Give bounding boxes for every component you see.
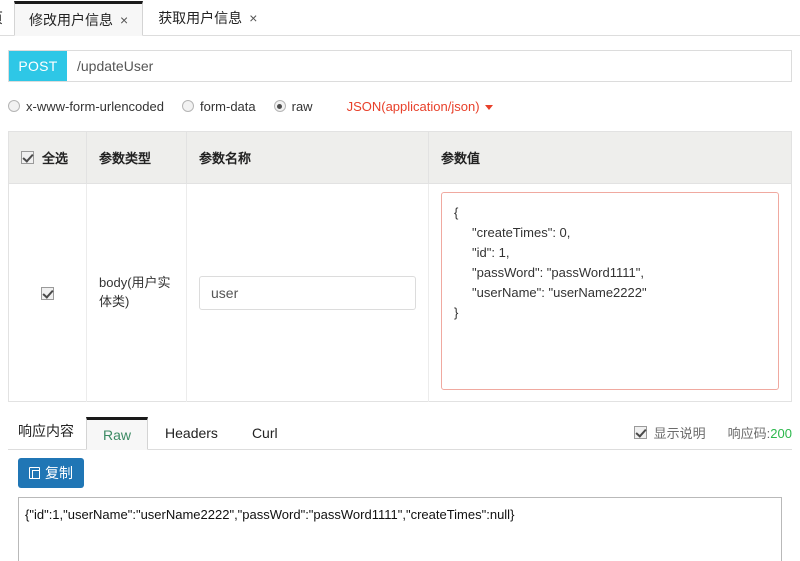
params-table: 全选 参数类型 参数名称 参数值 body(用户实体类) user {"cre… <box>8 131 792 402</box>
close-icon[interactable]: × <box>120 13 128 27</box>
status-code-value: 200 <box>770 426 792 441</box>
table-row: body(用户实体类) { "createTimes": 0, "id": 1,… <box>8 183 792 402</box>
row-param-type-cell: body(用户实体类) <box>86 183 187 402</box>
response-body[interactable]: {"id":1,"userName":"userName2222","passW… <box>18 497 782 561</box>
tab-home[interactable]: 页 <box>0 0 14 35</box>
body-type-urlencoded-label: x-www-form-urlencoded <box>26 98 164 114</box>
chevron-down-icon <box>484 104 493 110</box>
column-param-value: 参数值 <box>428 131 792 184</box>
response-meta: 显示说明 响应码:200 <box>633 423 792 449</box>
radio-icon[interactable] <box>8 100 20 112</box>
column-param-type: 参数类型 <box>86 131 187 184</box>
body-type-raw-label: raw <box>291 98 313 114</box>
copy-icon <box>29 467 40 479</box>
show-description-checkbox[interactable] <box>633 426 647 439</box>
copy-button-label: 复制 <box>45 465 73 481</box>
tab-update-user[interactable]: 修改用户信息 × <box>14 1 144 36</box>
body-type-urlencoded[interactable]: x-www-form-urlencoded <box>8 99 164 114</box>
show-description-toggle[interactable]: 显示说明 <box>633 423 706 442</box>
select-all-checkbox[interactable] <box>21 151 34 164</box>
row-checkbox[interactable] <box>41 287 54 301</box>
tab-get-user[interactable]: 获取用户信息 × <box>143 0 273 35</box>
tab-headers[interactable]: Headers <box>148 416 235 449</box>
row-param-value-cell: { "createTimes": 0, "id": 1, "passWord":… <box>429 184 792 402</box>
radio-icon[interactable] <box>181 100 194 112</box>
copy-button[interactable]: 复制 <box>18 458 84 488</box>
content-type-label: JSON(application/json) <box>346 98 480 114</box>
param-value-textarea[interactable]: { "createTimes": 0, "id": 1, "passWord":… <box>441 192 779 390</box>
column-select-all: 全选 <box>8 131 87 184</box>
tab-curl[interactable]: Curl <box>235 416 295 449</box>
select-all-label: 全选 <box>42 151 69 166</box>
response-section-label: 响应内容 <box>18 423 74 439</box>
browser-tab-strip: 页 修改用户信息 × 获取用户信息 × <box>0 0 800 36</box>
request-url-row: POST <box>8 50 792 82</box>
tab-update-user-label: 修改用户信息 <box>29 11 113 28</box>
body-type-form-data[interactable]: form-data <box>181 98 256 114</box>
tab-get-user-label: 获取用户信息 <box>158 10 243 26</box>
http-method-badge[interactable]: POST <box>9 51 67 81</box>
status-label: 响应码: <box>727 426 771 441</box>
row-param-name-cell <box>186 183 429 402</box>
body-type-raw[interactable]: raw <box>273 98 313 114</box>
request-panel: POST x-www-form-urlencoded form-data raw… <box>0 50 800 561</box>
request-url-input[interactable] <box>67 51 791 81</box>
response-tab-row: 响应内容 Raw Headers Curl 显示说明 响应码:200 <box>8 416 792 450</box>
close-icon[interactable]: × <box>249 11 257 25</box>
tab-raw[interactable]: Raw <box>86 417 149 450</box>
params-table-header-row: 全选 参数类型 参数名称 参数值 <box>8 131 792 184</box>
tab-raw-label: Raw <box>103 426 132 443</box>
content-type-dropdown[interactable]: JSON(application/json) <box>347 99 493 114</box>
body-type-form-data-label: form-data <box>199 98 256 114</box>
column-param-name: 参数名称 <box>186 131 429 184</box>
tab-curl-label: Curl <box>251 425 278 441</box>
tab-headers-label: Headers <box>165 425 218 441</box>
row-select-cell <box>8 183 87 402</box>
status-badge: 响应码:200 <box>728 423 792 442</box>
param-name-input[interactable] <box>199 275 416 310</box>
param-type-text: body(用户实体类) <box>99 274 171 309</box>
radio-selected-icon[interactable] <box>273 100 286 112</box>
tab-home-label: 页 <box>0 8 3 28</box>
show-description-label: 显示说明 <box>653 426 706 441</box>
body-type-row: x-www-form-urlencoded form-data raw JSON… <box>8 93 792 119</box>
